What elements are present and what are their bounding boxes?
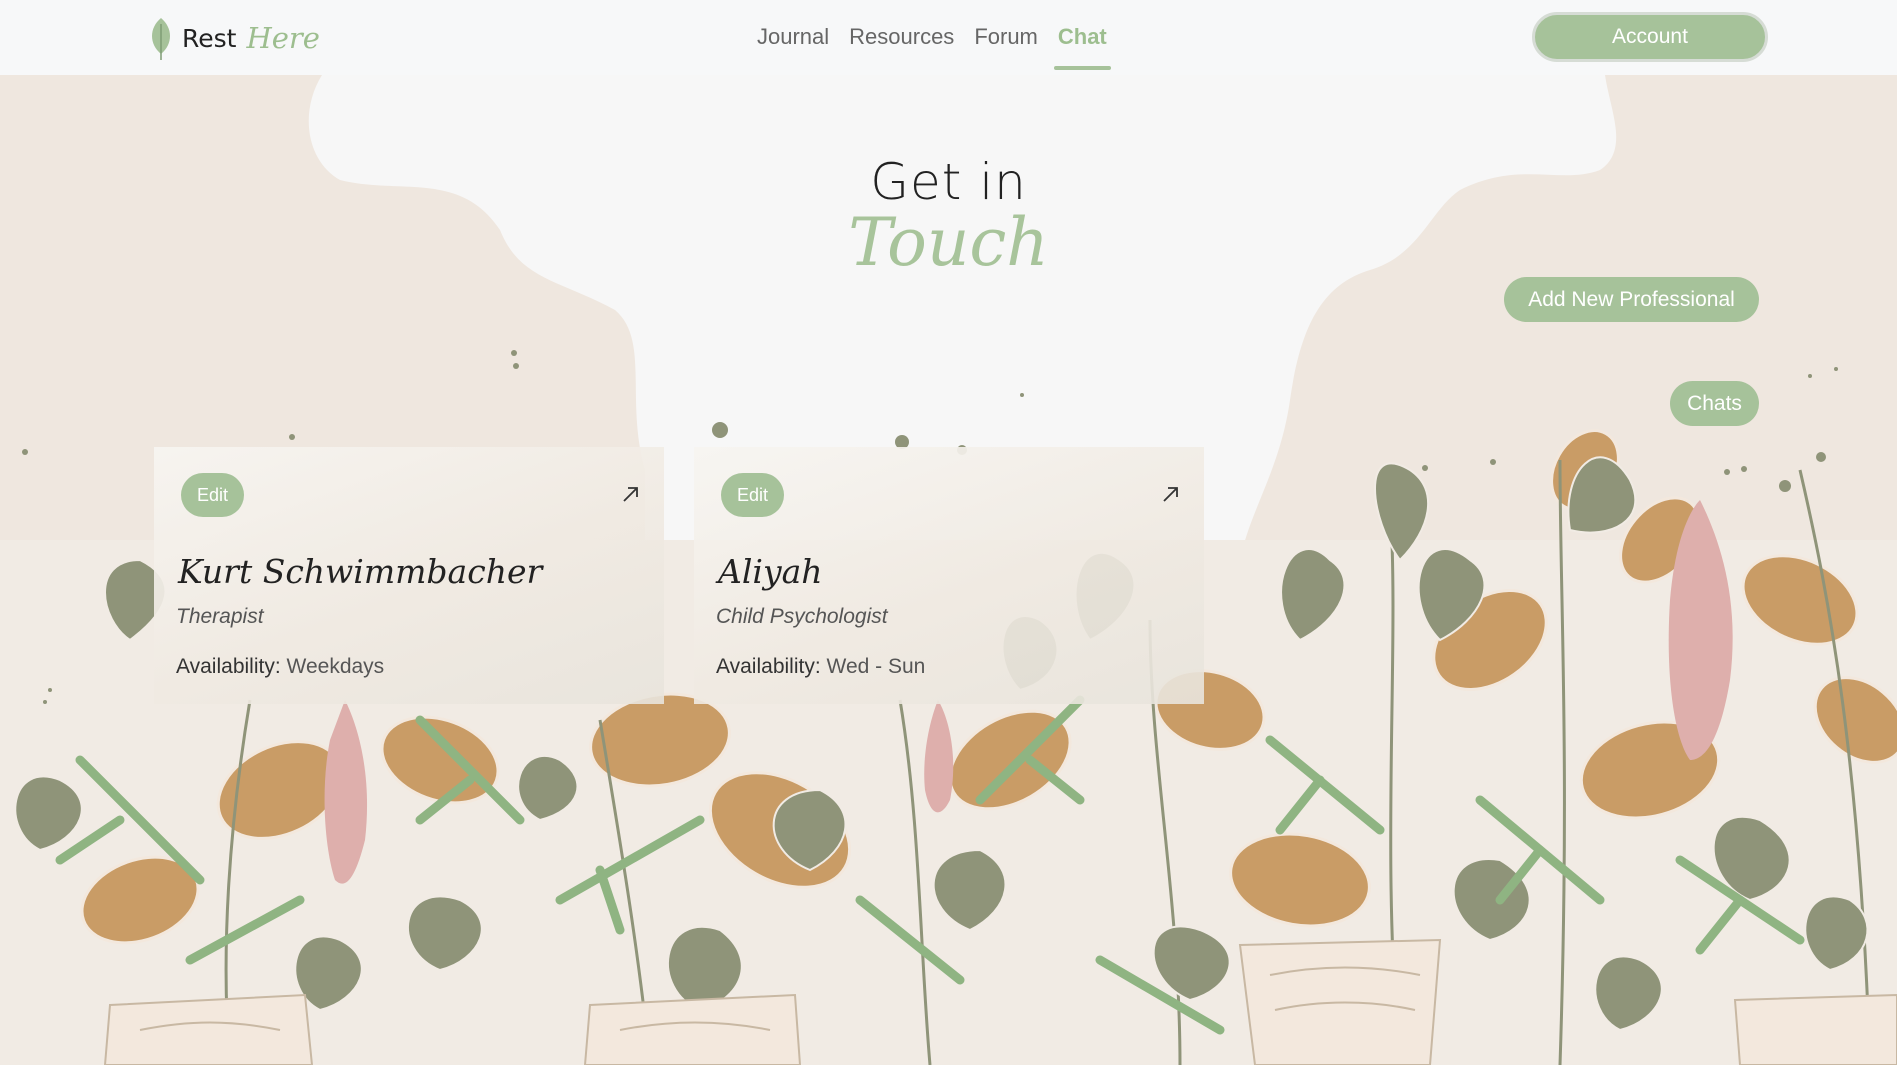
availability-label: Availability: bbox=[176, 655, 281, 678]
professional-card: Edit Aliyah Child Psychologist Availabil… bbox=[694, 447, 1204, 704]
professional-role: Child Psychologist bbox=[716, 605, 888, 628]
availability-value: Wed - Sun bbox=[826, 655, 926, 678]
arrow-up-right-icon[interactable] bbox=[1160, 483, 1182, 505]
account-button[interactable]: Account bbox=[1532, 12, 1768, 62]
brand-logo[interactable]: Rest Here bbox=[148, 16, 320, 60]
leaf-icon bbox=[152, 18, 170, 60]
main-nav: Journal Resources Forum Chat bbox=[757, 24, 1111, 70]
professional-availability: Availability: Weekdays bbox=[176, 655, 384, 679]
nav-link-resources[interactable]: Resources bbox=[849, 24, 954, 70]
availability-label: Availability: bbox=[716, 655, 821, 678]
top-navbar: Rest Here Journal Resources Forum Chat A… bbox=[0, 0, 1897, 75]
hero-heading: Get in Touch bbox=[0, 150, 1897, 276]
nav-link-chat[interactable]: Chat bbox=[1053, 24, 1111, 70]
nav-link-journal[interactable]: Journal bbox=[757, 24, 829, 70]
nav-link-forum[interactable]: Forum bbox=[974, 24, 1038, 70]
arrow-up-right-icon[interactable] bbox=[620, 483, 642, 505]
add-new-professional-button[interactable]: Add New Professional bbox=[1504, 277, 1759, 322]
edit-button[interactable]: Edit bbox=[181, 473, 244, 517]
brand-name-here: Here bbox=[246, 21, 320, 55]
professional-name: Kurt Schwimmbacher bbox=[178, 552, 543, 591]
professional-name: Aliyah bbox=[718, 552, 823, 591]
chats-button[interactable]: Chats bbox=[1670, 381, 1759, 426]
brand-name-rest: Rest bbox=[182, 23, 237, 53]
professional-card: Edit Kurt Schwimmbacher Therapist Availa… bbox=[154, 447, 664, 704]
edit-button[interactable]: Edit bbox=[721, 473, 784, 517]
professional-role: Therapist bbox=[176, 605, 264, 628]
availability-value: Weekdays bbox=[286, 655, 385, 678]
hero-title-line2: Touch bbox=[848, 204, 1049, 281]
professional-availability: Availability: Wed - Sun bbox=[716, 655, 925, 679]
